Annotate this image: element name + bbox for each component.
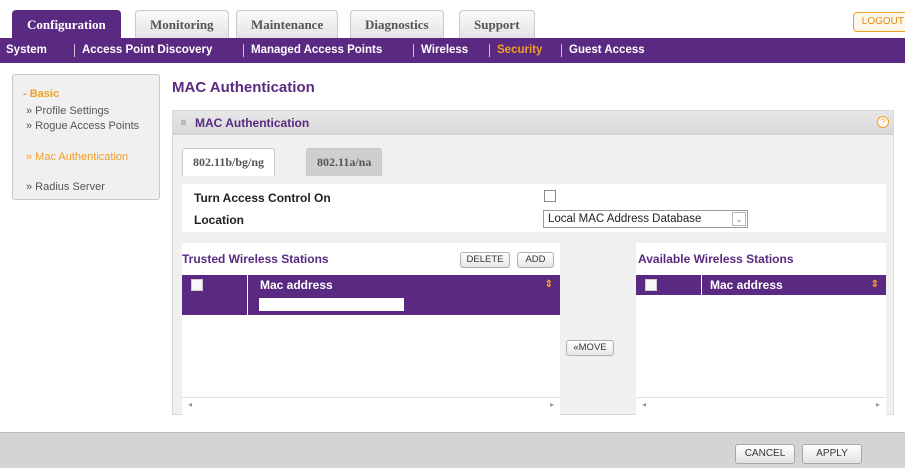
sidebar-item-radius-server[interactable]: » Radius Server: [26, 181, 156, 193]
trusted-horizontal-scrollbar[interactable]: ◂ ▸: [182, 397, 560, 413]
trusted-select-all-checkbox[interactable]: [191, 279, 203, 291]
chevron-down-icon[interactable]: ⌄: [732, 212, 746, 226]
subnav-security[interactable]: Security: [497, 38, 542, 63]
location-label: Location: [194, 213, 244, 227]
subnav-access-point-discovery[interactable]: Access Point Discovery: [82, 38, 212, 63]
subnav-managed-access-points[interactable]: Managed Access Points: [251, 38, 382, 63]
panel-header: MAC Authentication ?: [173, 111, 893, 135]
access-control-checkbox[interactable]: [544, 190, 556, 202]
top-tab-bar: Configuration Monitoring Maintenance Dia…: [0, 0, 905, 38]
trusted-mac-column-header[interactable]: Mac address: [260, 275, 333, 295]
trusted-table-header: Mac address ⇕: [182, 275, 560, 295]
subnav-divider: [74, 44, 75, 57]
scroll-right-icon[interactable]: ▸: [550, 400, 554, 409]
trusted-stations-area: [182, 243, 560, 415]
available-select-all-checkbox[interactable]: [645, 279, 657, 291]
column-divider: [247, 275, 248, 295]
tab-configuration[interactable]: Configuration: [12, 10, 121, 38]
access-control-label: Turn Access Control On: [194, 191, 331, 205]
subnav-divider: [561, 44, 562, 57]
trusted-stations-title: Trusted Wireless Stations: [182, 252, 329, 266]
tab-monitoring[interactable]: Monitoring: [135, 10, 229, 38]
tab-support[interactable]: Support: [459, 10, 535, 38]
sidebar-item-rogue-access-points[interactable]: » Rogue Access Points: [26, 120, 146, 132]
subnav-divider: [489, 44, 490, 57]
available-table-header: Mac address ⇕: [636, 275, 886, 295]
sidebar: - Basic » Profile Settings » Rogue Acces…: [12, 74, 160, 200]
scroll-right-icon[interactable]: ▸: [876, 400, 880, 409]
scroll-left-icon[interactable]: ◂: [642, 400, 646, 409]
available-stations-title: Available Wireless Stations: [638, 252, 794, 266]
logout-button[interactable]: LOGOUT: [852, 12, 905, 32]
sidebar-section-basic[interactable]: - Basic: [23, 88, 59, 100]
delete-button[interactable]: DELETE: [460, 252, 510, 268]
subnav-system[interactable]: System: [6, 38, 47, 63]
subnav-guest-access[interactable]: Guest Access: [569, 38, 645, 63]
panel-title: MAC Authentication: [195, 116, 310, 130]
mac-address-input[interactable]: [259, 298, 404, 311]
available-mac-column-header[interactable]: Mac address: [710, 275, 783, 295]
help-icon[interactable]: ?: [877, 116, 889, 128]
sub-navigation: System Access Point Discovery Managed Ac…: [0, 38, 905, 63]
subnav-divider: [243, 44, 244, 57]
column-divider: [701, 275, 702, 295]
sidebar-item-mac-authentication[interactable]: » Mac Authentication: [26, 151, 141, 163]
available-stations-area: [636, 243, 886, 415]
location-select[interactable]: Local MAC Address Database ⌄: [543, 210, 748, 228]
sidebar-item-profile-settings[interactable]: » Profile Settings: [26, 105, 156, 117]
tab-diagnostics[interactable]: Diagnostics: [350, 10, 444, 38]
scroll-left-icon[interactable]: ◂: [188, 400, 192, 409]
sort-icon[interactable]: ⇕: [871, 275, 879, 295]
location-value: Local MAC Address Database: [548, 213, 702, 225]
move-button[interactable]: «MOVE: [566, 340, 614, 356]
cancel-button[interactable]: CANCEL: [735, 444, 795, 464]
subnav-wireless[interactable]: Wireless: [421, 38, 468, 63]
available-horizontal-scrollbar[interactable]: ◂ ▸: [636, 397, 886, 413]
add-button[interactable]: ADD: [517, 252, 554, 268]
table-row: [182, 295, 560, 315]
column-divider: [247, 295, 248, 315]
subnav-divider: [413, 44, 414, 57]
sort-icon[interactable]: ⇕: [545, 275, 553, 295]
apply-button[interactable]: APPLY: [802, 444, 862, 464]
tab-80211ana[interactable]: 802.11a/na: [306, 148, 383, 176]
tab-80211bgng[interactable]: 802.11b/bg/ng: [182, 148, 276, 176]
page-title: MAC Authentication: [172, 79, 315, 96]
panel-bullet-icon: [181, 120, 186, 125]
tab-maintenance[interactable]: Maintenance: [236, 10, 339, 38]
